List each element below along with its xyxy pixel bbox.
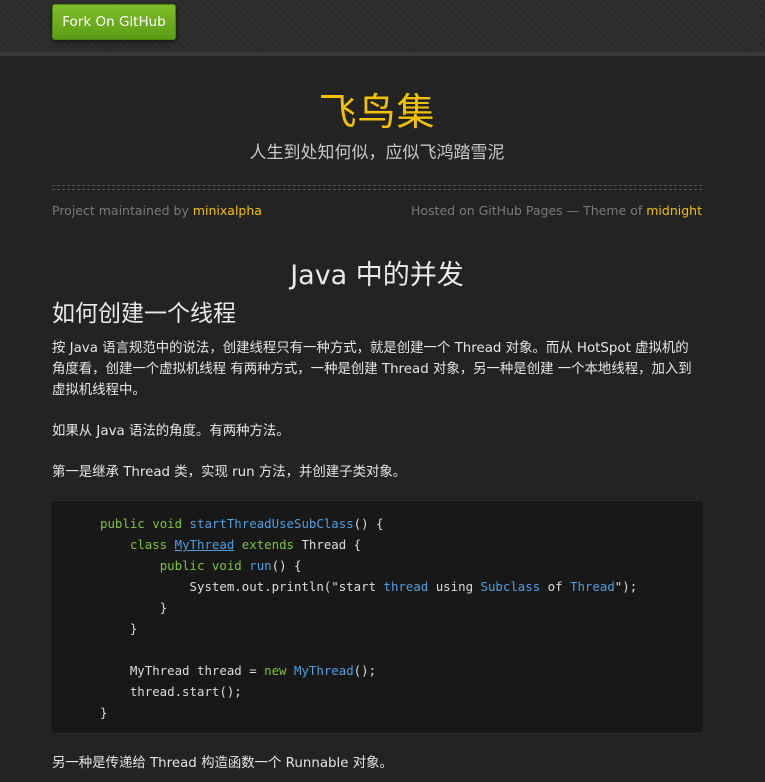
code-token: new	[264, 663, 287, 678]
paragraph-subclass: 第一是继承 Thread 类，实现 run 方法，并创建子类对象。	[52, 465, 407, 480]
code-token: MyThread thread =	[129, 663, 265, 678]
hosted-prefix: Hosted on GitHub Pages — Theme of	[411, 203, 643, 218]
section-title: 如何创建一个线程	[52, 301, 236, 327]
page-title: Java 中的并发	[290, 260, 464, 291]
code-token: thread	[383, 579, 429, 594]
code-token: () {	[271, 558, 302, 573]
code-token: }	[159, 600, 168, 615]
fork-on-github-button[interactable]: Fork On GitHub	[52, 4, 176, 40]
code-token: class	[129, 537, 168, 552]
meta-bar: Project maintained by minixalpha Hosted …	[52, 202, 702, 220]
maintained-by: Project maintained by minixalpha	[52, 202, 262, 220]
paragraph-syntax: 如果从 Java 语法的角度。有两种方法。	[52, 424, 290, 439]
code-token: ");	[614, 579, 638, 594]
code-token: void	[152, 516, 183, 531]
top-bar: Fork On GitHub	[0, 0, 765, 56]
code-token: using	[428, 579, 481, 594]
code-token: MyThread	[293, 663, 354, 678]
site-subtitle: 人生到处知何似，应似飞鸿踏雪泥	[249, 143, 505, 163]
code-token: }	[129, 621, 138, 636]
site-header: 飞鸟集 人生到处知何似，应似飞鸿踏雪泥	[52, 56, 702, 165]
code-token: startThreadUseSubClass	[189, 516, 354, 531]
code-token: extends	[241, 537, 294, 552]
code-token: () {	[353, 516, 384, 531]
code-token: thread.start();	[129, 684, 242, 699]
paragraph-intro: 按 Java 语言规范中的说法，创建线程只有一种方式，就是创建一个 Thread…	[52, 341, 692, 398]
paragraph-runnable: 另一种是传递给 Thread 构造函数一个 Runnable 对象。	[52, 756, 393, 771]
code-token: public	[100, 516, 145, 531]
code-token: Thread {	[301, 537, 362, 552]
code-token: MyThread	[174, 537, 235, 552]
code-token: System.out.println("start	[189, 579, 384, 594]
code-token: void	[211, 558, 242, 573]
main-container: 飞鸟集 人生到处知何似，应似飞鸿踏雪泥 Project maintained b…	[52, 56, 702, 774]
code-token: }	[100, 705, 108, 720]
code-token: of	[540, 579, 571, 594]
code-token: run	[249, 558, 272, 573]
code-token: Subclass	[480, 579, 541, 594]
code-token: ();	[353, 663, 377, 678]
maintainer-link[interactable]: minixalpha	[193, 203, 262, 218]
theme-link[interactable]: midnight	[646, 203, 702, 218]
maintained-prefix: Project maintained by	[52, 203, 189, 218]
header-divider	[52, 185, 702, 190]
code-block: public void startThreadUseSubClass() { c…	[52, 502, 702, 732]
code-token: Thread	[570, 579, 615, 594]
site-title[interactable]: 飞鸟集	[52, 87, 702, 137]
code-token: public	[159, 558, 205, 573]
hosted-on: Hosted on GitHub Pages — Theme of midnig…	[411, 202, 702, 220]
